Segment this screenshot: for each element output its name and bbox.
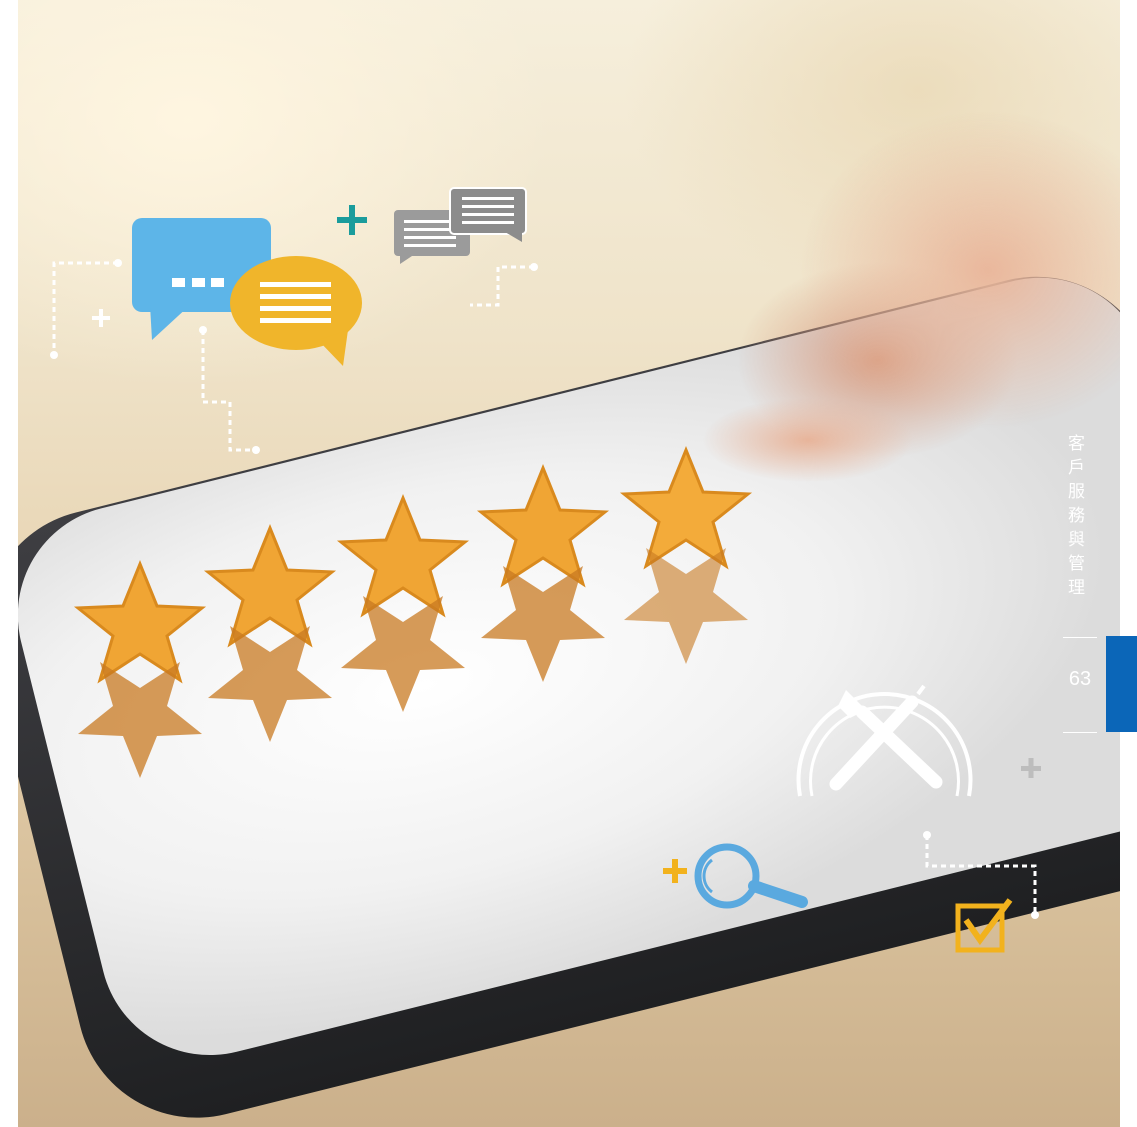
- section-title-char: 服: [1068, 482, 1086, 502]
- connector-dot: [923, 831, 931, 839]
- connector-dot: [114, 259, 122, 267]
- section-title-char: 客: [1068, 434, 1086, 454]
- connector-dot: [50, 351, 58, 359]
- page-number-rule: [1063, 732, 1097, 733]
- connector-dot: [1031, 911, 1039, 919]
- section-title: 客 戶 服 務 與 管 理: [1066, 432, 1088, 600]
- plus-icon: [337, 205, 367, 235]
- section-title-char: 與: [1068, 530, 1086, 550]
- checkbox-icon: [955, 898, 1013, 953]
- dotted-connector: [925, 835, 1037, 915]
- connector-dot: [252, 446, 260, 454]
- section-title-char: 務: [1068, 506, 1086, 526]
- connector-dot: [199, 326, 207, 334]
- section-title-char: 戶: [1068, 458, 1086, 478]
- section-title-char: 理: [1068, 578, 1086, 598]
- section-tab-marker: [1106, 636, 1137, 732]
- page-number-rule: [1063, 637, 1097, 638]
- plus-icon: [92, 309, 110, 327]
- plus-icon: [1021, 758, 1041, 778]
- page-number: 63: [1068, 668, 1092, 690]
- section-title-char: 管: [1068, 554, 1086, 574]
- magnifier-icon: [694, 843, 808, 909]
- connector-dot: [530, 263, 538, 271]
- speech-bubble-icon: [230, 256, 362, 366]
- tools-icon: [796, 684, 973, 797]
- chat-bubbles-icon: [394, 187, 527, 264]
- overlay-graphics: [50, 187, 1041, 953]
- plus-icon: [663, 859, 687, 883]
